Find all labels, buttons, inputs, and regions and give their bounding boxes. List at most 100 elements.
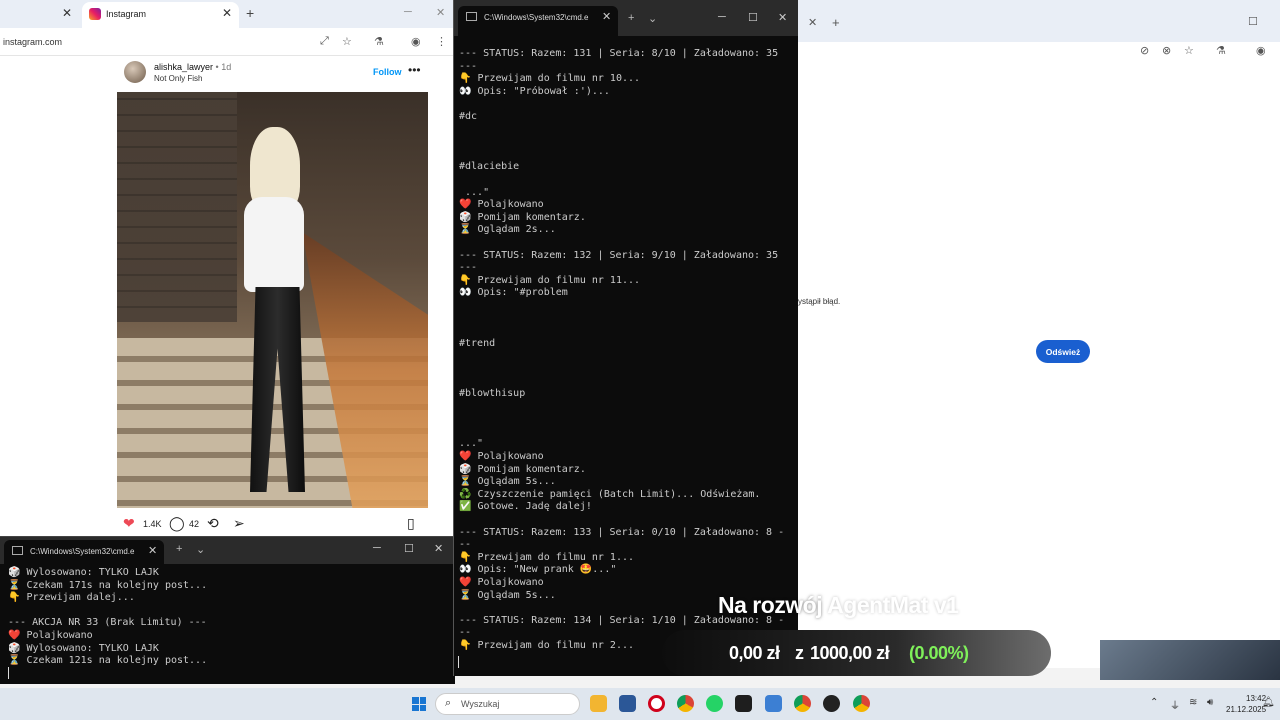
maximize-icon[interactable]: ☐ [1248,15,1258,28]
wifi-icon[interactable]: ≋ [1189,697,1197,708]
terminal-icon[interactable] [735,695,752,712]
chevron-down-icon[interactable]: ⌄ [196,543,205,556]
error-message: ystąpił błąd. [798,297,841,306]
terminal-output: 🎲 Wylosowano: TYLKO LAJK ⏳ Czekam 171s na… [8,567,207,668]
close-tab-icon[interactable]: ✕ [602,10,611,23]
post-username[interactable]: alishka_lawyer [154,62,213,72]
minimize-icon[interactable]: ─ [373,542,381,554]
refresh-button[interactable]: Odśwież [1036,340,1090,363]
terminal-line: 🎲 Pomijam komentarz. [459,211,586,223]
menu-kebab-icon[interactable]: ⋮ [436,35,447,48]
post-time: • 1d [215,62,232,72]
terminal-line: 👇 Przewijam do filmu nr 11... [459,274,641,286]
cmd-titlebar: C:\Windows\System32\cmd.e ✕ + ⌄ ─ ☐ ✕ [454,0,798,36]
clock[interactable]: 13:42 21.12.2025 [1226,693,1266,715]
close-tab-icon[interactable]: ✕ [222,6,232,20]
lab-flask-icon[interactable]: ⚗ [1216,44,1226,57]
address-bar[interactable]: instagram.com ⤢ ☆ ⚗ ◉ ⋮ [0,28,455,56]
bookmark-star-icon[interactable]: ☆ [342,35,352,48]
eye-off-icon[interactable]: ⊘ [1140,44,1149,57]
profile-icon[interactable]: ◉ [411,35,421,48]
minimize-icon[interactable]: ─ [404,6,412,18]
close-window-icon[interactable]: ✕ [778,11,787,24]
terminal-line: ⏳ Oglądam 5s... [459,476,556,488]
volume-icon[interactable]: 🔊︎ [1207,697,1213,708]
avatar[interactable] [124,61,146,83]
tracking-off-icon[interactable]: ⊗ [1162,44,1171,57]
chrome-icon[interactable] [677,695,694,712]
terminal-line: ⏳ Czekam 171s na kolejny post... [8,579,208,591]
close-window-icon[interactable]: ✕ [434,542,443,555]
terminal-icon [466,12,477,21]
post-actions: ❤ 1.4K ◯ 42 ⟲ ➢ ▯ [123,515,423,535]
terminal-line: ..." [459,438,484,450]
browser-tab-instagram[interactable]: Instagram ✕ [82,2,239,28]
close-tab-icon[interactable]: ✕ [62,6,72,20]
photo-person [232,127,322,492]
new-tab-icon[interactable]: + [246,5,254,21]
close-window-icon[interactable]: ✕ [436,6,445,19]
clock-date: 21.12.2025 [1226,705,1267,714]
repost-icon[interactable]: ⟲ [207,515,219,532]
like-count: 1.4K [143,519,162,529]
whatsapp-icon[interactable] [706,695,723,712]
comment-icon[interactable]: ◯ [169,515,185,532]
save-bookmark-icon[interactable]: ▯ [407,515,415,532]
follow-button[interactable]: Follow [373,67,402,77]
post-photo[interactable] [117,92,428,508]
obs-icon[interactable] [823,695,840,712]
terminal-line: ♻️ Czyszczenie pamięci (Batch Limit)... … [459,488,761,500]
taskbar: ⌕ Wyszukaj ⌃ ⏚ ≋ 🔊︎ 13:42 21.12.2025 🔔︎ [0,688,1280,720]
cmd-tab[interactable]: C:\Windows\System32\cmd.e ✕ [4,540,164,564]
post-header: alishka_lawyer • 1d Not Only Fish Follow… [124,61,424,85]
notepad-icon[interactable] [765,695,782,712]
text-cursor [8,667,9,679]
taskbar-search[interactable]: ⌕ Wyszukaj [435,693,580,715]
chevron-up-icon[interactable]: ⌃ [1150,697,1158,708]
chevron-down-icon[interactable]: ⌄ [648,12,657,25]
install-app-icon[interactable]: ⤢ [320,35,329,48]
chrome-icon[interactable] [853,695,870,712]
terminal-line: --- [459,262,478,274]
store-icon[interactable] [619,695,636,712]
chrome-icon[interactable] [794,695,811,712]
minimize-icon[interactable]: ─ [718,11,726,23]
lab-flask-icon[interactable]: ⚗ [374,35,384,48]
new-tab-icon[interactable]: + [832,15,840,30]
file-explorer-icon[interactable] [590,695,607,712]
new-tab-icon[interactable]: + [176,543,182,555]
bookmark-star-icon[interactable]: ☆ [1184,44,1194,57]
close-tab-icon[interactable]: ✕ [148,544,157,557]
cmd-window-large[interactable]: C:\Windows\System32\cmd.e ✕ + ⌄ ─ ☐ ✕ --… [453,0,798,676]
share-icon[interactable]: ➢ [233,515,245,532]
instagram-icon [89,8,101,20]
notifications-icon[interactable]: 🔔︎ [1262,697,1275,708]
profile-icon[interactable]: ◉ [1256,44,1266,57]
new-tab-icon[interactable]: + [628,12,634,24]
donation-current: 0,00 zł [729,643,780,663]
cmd-window-small[interactable]: C:\Windows\System32\cmd.e ✕ + ⌄ ─ ☐ ✕ 🎲 … [0,536,455,684]
cmd-tab[interactable]: C:\Windows\System32\cmd.e ✕ [458,6,618,36]
maximize-icon[interactable]: ☐ [748,11,758,24]
more-options-icon[interactable]: ••• [408,63,421,77]
usb-icon[interactable]: ⏚ [1170,697,1180,712]
like-heart-icon[interactable]: ❤ [123,515,135,532]
terminal-line: 🎲 Wylosowano: TYLKO LAJK [8,567,159,578]
terminal-line: 🎲 Wylosowano: TYLKO LAJK [8,642,159,654]
donation-goal-title-dim: AgentMat v1 [827,592,959,618]
search-placeholder: Wyszukaj [461,699,500,709]
terminal-line: ❤️ Polajkowano [459,451,544,462]
windows-start-icon[interactable] [412,697,426,711]
opera-icon[interactable] [648,695,665,712]
maximize-icon[interactable]: ☐ [404,542,414,555]
terminal-line: 🎲 Pomijam komentarz. [459,463,586,475]
terminal-line: ⏳ Oglądam 2s... [459,224,556,236]
browser-tab-inactive[interactable]: ✕ [0,0,80,28]
close-tab-icon[interactable]: ✕ [808,16,817,29]
